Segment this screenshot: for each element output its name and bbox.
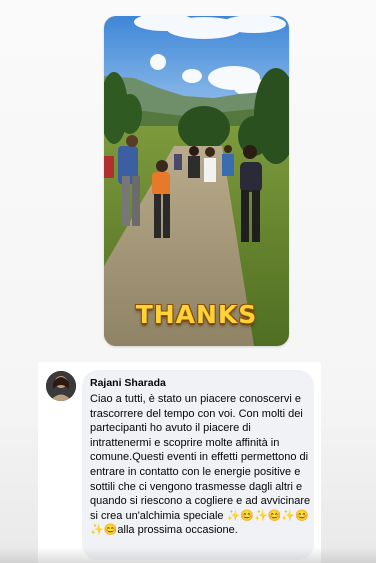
comment-text: Ciao a tutti, è stato un piacere conosce… (90, 393, 314, 537)
comment-author[interactable]: Rajani Sharada (90, 377, 166, 389)
hiking-photo (104, 16, 289, 346)
thanks-sticker: THANKS (135, 300, 258, 329)
avatar-image (46, 371, 76, 401)
comment-card: Rajani Sharada Ciao a tutti, è stato un … (38, 362, 321, 563)
comment-bubble: Rajani Sharada Ciao a tutti, è stato un … (82, 370, 314, 560)
story-photo[interactable]: THANKS (104, 16, 289, 346)
avatar[interactable] (46, 371, 76, 401)
bottom-fade (0, 547, 376, 563)
